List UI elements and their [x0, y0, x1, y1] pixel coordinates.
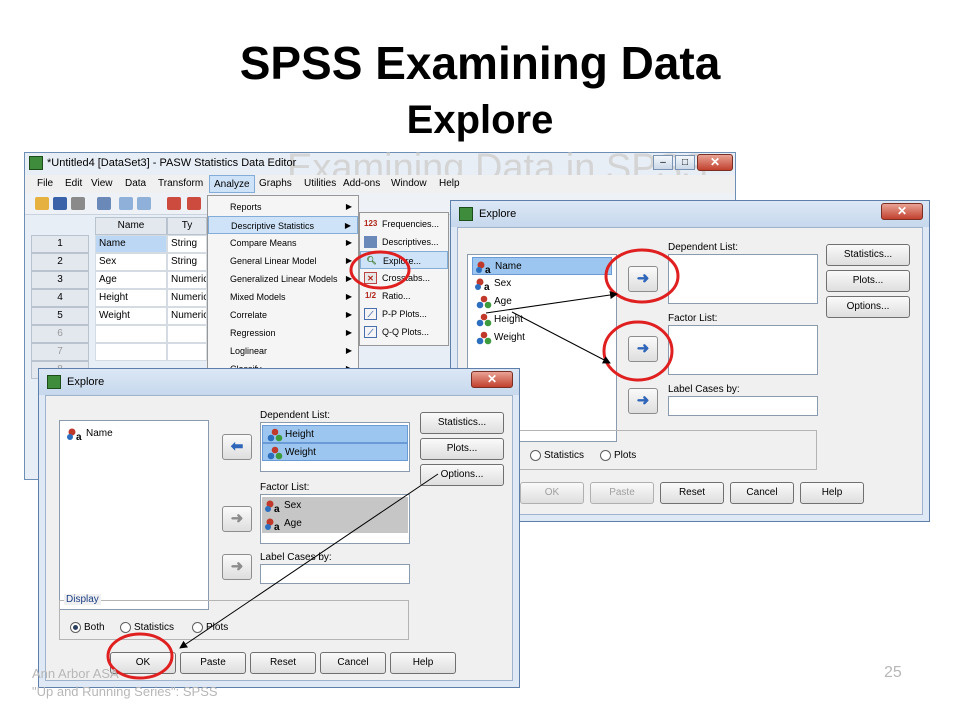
highlight-circle-factor-arrow	[602, 320, 674, 382]
footer-line2: "Up and Running Series": SPSS	[32, 684, 218, 699]
annotation-overlay	[106, 248, 680, 680]
arrow-to-ok	[179, 473, 439, 649]
highlight-circle-explore	[349, 250, 411, 290]
page-number: 25	[884, 664, 902, 681]
arrow-to-factor	[511, 311, 611, 364]
arrow-to-dependent	[485, 291, 618, 314]
footer-line1: Ann Arbor ASA	[32, 666, 119, 681]
